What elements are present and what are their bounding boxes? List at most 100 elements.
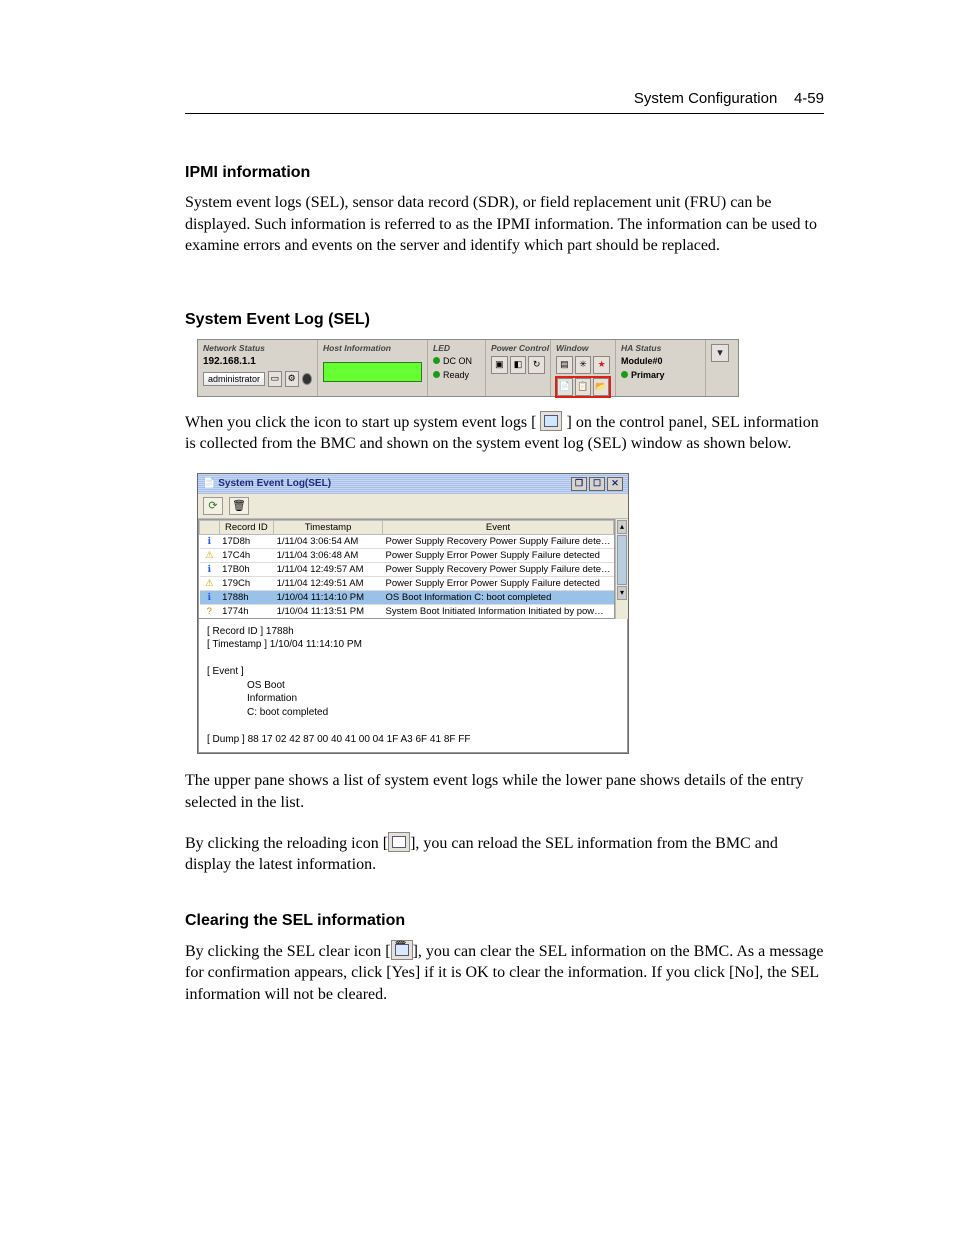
window-button-5[interactable]: 📋 [575,378,591,396]
detail-event-label: [ Event ] [207,665,244,679]
table-row[interactable]: ℹ17B0h1/11/04 12:49:57 AMPower Supply Re… [200,562,614,576]
sel-start-icon [540,411,562,431]
clearing-paragraph: By clicking the SEL clear icon [], you c… [185,940,824,1006]
ipmi-heading: IPMI information [185,164,824,182]
primary-text: Primary [631,370,665,380]
sel-table[interactable]: Record ID Timestamp Event ℹ17D8h1/11/04 … [198,519,615,619]
row-status-icon: ℹ [200,534,220,548]
window-button-1[interactable]: ▤ [556,356,573,374]
host-green-box [323,362,422,382]
dc-on-text: DC ON [443,356,472,366]
page: System Configuration 4-59 IPMI informati… [0,0,954,1235]
detail-dump: [ Dump ] 88 17 02 42 87 00 40 41 00 04 1… [207,733,471,747]
row-record-id: 17D8h [219,534,273,548]
ha-status-label: HA Status [621,343,700,353]
row-status-icon: ⚠ [200,576,220,590]
host-information-panel: Host Information [318,340,428,396]
table-row[interactable]: ⚠17C4h1/11/04 3:06:48 AMPower Supply Err… [200,548,614,562]
row-event: System Boot Initiated Information Initia… [383,604,614,618]
sel-scrollbar[interactable]: ▴ ▾ [615,519,628,619]
col-record-id[interactable]: Record ID [219,520,273,534]
window-button-2[interactable]: ✳ [575,356,592,374]
ready-text: Ready [443,370,469,380]
running-header: System Configuration 4-59 [185,90,824,107]
reload-paragraph: By clicking the reloading icon [], you c… [185,832,824,876]
sel-launch-button[interactable]: 📄 [557,378,573,396]
control-panel-strip: Network Status 192.168.1.1 administrator… [197,339,739,397]
ha-status-panel: HA Status Module#0 Primary [616,340,706,396]
close-panel: ▾ [706,340,734,396]
row-timestamp: 1/10/04 11:13:51 PM [274,604,383,618]
window-button-6[interactable]: 📂 [593,378,609,396]
table-row[interactable]: ℹ1788h1/10/04 11:14:10 PMOS Boot Informa… [200,590,614,604]
host-information-label: Host Information [323,343,422,353]
net-button-3[interactable] [302,373,312,385]
net-button-2[interactable]: ⚙ [285,371,299,387]
clear-icon [391,940,413,960]
row-record-id: 1788h [219,590,273,604]
header-title: System Configuration [634,90,777,107]
table-row[interactable]: ?1774h1/10/04 11:13:51 PMSystem Boot Ini… [200,604,614,618]
power-control-panel: Power Control ▣ ◧ ↻ [486,340,551,396]
row-record-id: 1774h [219,604,273,618]
dc-on-led-icon [433,357,440,364]
window-label: Window [556,343,610,353]
reload-icon [388,832,410,852]
sel-panes-paragraph: The upper pane shows a list of system ev… [185,770,824,813]
detail-event-line2: Information [207,692,619,706]
window-button-3[interactable]: ★ [593,356,610,374]
row-status-icon: ℹ [200,562,220,576]
sel-toolbar: ⟳ 🗑 [198,494,628,519]
sel-restore-button[interactable]: ❐ [571,477,587,491]
ip-address: 192.168.1.1 [203,356,312,367]
close-button[interactable]: ▾ [711,344,729,362]
power-button-1[interactable]: ▣ [491,356,508,374]
ipmi-paragraph: System event logs (SEL), sensor data rec… [185,192,824,257]
row-status-icon: ℹ [200,590,220,604]
power-button-2[interactable]: ◧ [510,356,527,374]
sel-window: 📄 System Event Log(SEL) ❐ ☐ ✕ ⟳ 🗑 Record… [197,473,629,755]
sel-window-titlebar: 📄 System Event Log(SEL) ❐ ☐ ✕ [198,474,628,494]
led-panel: LED DC ON Ready [428,340,486,396]
row-event: OS Boot Information C: boot completed [383,590,614,604]
row-timestamp: 1/10/04 11:14:10 PM [274,590,383,604]
sel-max-button[interactable]: ☐ [589,477,605,491]
module-text: Module#0 [621,356,663,366]
detail-record-id: [ Record ID ] 1788h [207,625,294,639]
ready-led-icon [433,371,440,378]
sel-reload-icon[interactable]: ⟳ [203,497,223,515]
row-timestamp: 1/11/04 12:49:51 AM [274,576,383,590]
sel-close-button[interactable]: ✕ [607,477,623,491]
table-row[interactable]: ℹ17D8h1/11/04 3:06:54 AMPower Supply Rec… [200,534,614,548]
power-button-3[interactable]: ↻ [528,356,545,374]
col-timestamp[interactable]: Timestamp [274,520,383,534]
row-event: Power Supply Recovery Power Supply Failu… [383,562,614,576]
net-button-1[interactable]: ▭ [268,371,282,387]
header-pagenum: 4-59 [794,90,824,107]
network-status-label: Network Status [203,343,312,353]
power-control-label: Power Control [491,343,545,353]
row-status-icon: ? [200,604,220,618]
clearing-heading: Clearing the SEL information [185,912,824,930]
header-rule [185,113,824,114]
row-record-id: 179Ch [219,576,273,590]
row-event: Power Supply Recovery Power Supply Failu… [383,534,614,548]
sel-detail-pane: [ Record ID ] 1788h [ Timestamp ] 1/10/0… [198,619,628,754]
sel-window-title: System Event Log(SEL) [218,478,331,489]
row-timestamp: 1/11/04 12:49:57 AM [274,562,383,576]
table-row[interactable]: ⚠179Ch1/11/04 12:49:51 AMPower Supply Er… [200,576,614,590]
network-status-panel: Network Status 192.168.1.1 administrator… [198,340,318,396]
sel-intro-paragraph: When you click the icon to start up syst… [185,411,824,455]
row-status-icon: ⚠ [200,548,220,562]
col-event[interactable]: Event [383,520,614,534]
administrator-label: administrator [203,372,265,386]
detail-event-line1: OS Boot [207,679,619,693]
row-event: Power Supply Error Power Supply Failure … [383,548,614,562]
row-record-id: 17B0h [219,562,273,576]
sel-clear-icon[interactable]: 🗑 [229,497,249,515]
sel-heading: System Event Log (SEL) [185,311,824,329]
detail-event-line3: C: boot completed [207,706,619,720]
row-timestamp: 1/11/04 3:06:48 AM [274,548,383,562]
row-event: Power Supply Error Power Supply Failure … [383,576,614,590]
row-record-id: 17C4h [219,548,273,562]
